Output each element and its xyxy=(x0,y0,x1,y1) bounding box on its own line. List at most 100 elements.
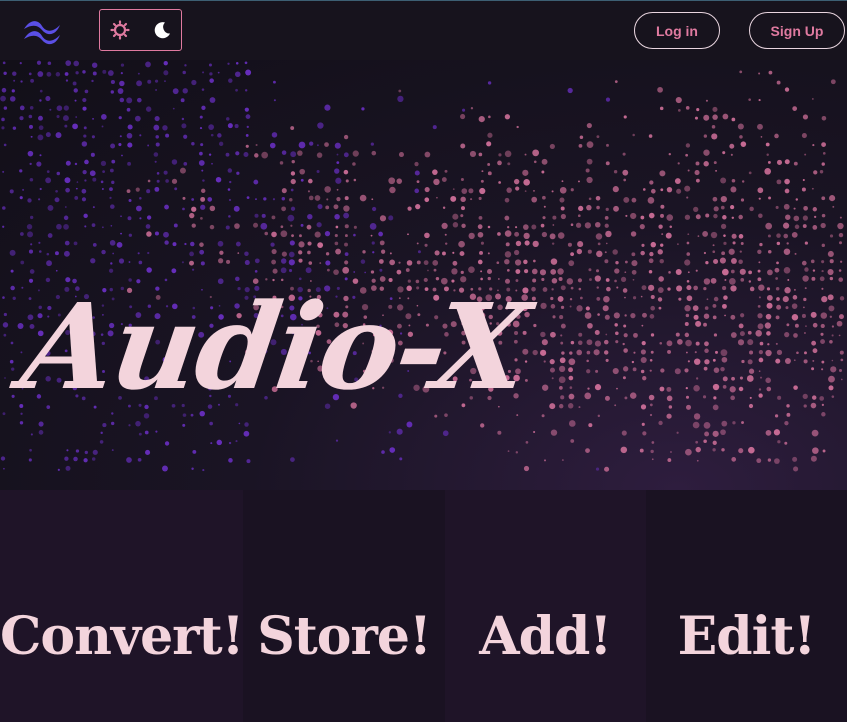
wave-dot xyxy=(147,144,150,147)
wave-dot xyxy=(738,386,744,392)
wave-dot xyxy=(504,197,510,203)
wave-dot xyxy=(595,195,601,201)
feature-store[interactable]: Store! xyxy=(243,490,445,722)
wave-dot xyxy=(307,214,313,220)
wave-dot xyxy=(739,70,743,74)
wave-dot xyxy=(570,252,575,257)
wave-dot xyxy=(343,152,349,158)
signup-button[interactable]: Sign Up xyxy=(749,12,845,49)
wave-dot xyxy=(657,297,663,302)
wave-dot xyxy=(76,181,79,183)
wave-dot xyxy=(810,455,817,462)
theme-toggle[interactable] xyxy=(99,9,182,51)
wave-dot xyxy=(146,215,152,220)
wave-dot xyxy=(737,339,745,346)
wave-dot xyxy=(137,252,140,255)
wave-dot xyxy=(244,61,248,65)
logo-icon[interactable] xyxy=(20,15,64,45)
wave-dot xyxy=(101,226,104,229)
wave-dot xyxy=(111,449,114,452)
wave-dot xyxy=(22,188,25,191)
wave-dot xyxy=(181,123,187,129)
wave-dot xyxy=(156,172,160,175)
wave-dot xyxy=(211,162,213,165)
wave-dot xyxy=(92,117,94,120)
wave-dot xyxy=(811,340,817,346)
wave-dot xyxy=(46,260,52,267)
moon-icon[interactable] xyxy=(152,20,172,40)
wave-dot xyxy=(26,224,33,230)
wave-dot xyxy=(684,322,689,327)
wave-dot xyxy=(289,197,293,202)
wave-dot xyxy=(119,135,122,138)
wave-dot xyxy=(189,260,194,266)
wave-dot xyxy=(684,259,691,266)
wave-dot xyxy=(3,106,8,110)
wave-dot xyxy=(379,215,387,222)
wave-dot xyxy=(704,341,709,347)
wave-dot xyxy=(811,98,814,100)
wave-dot xyxy=(225,225,230,230)
wave-dot xyxy=(305,267,312,274)
wave-dot xyxy=(192,449,197,454)
wave-dot xyxy=(209,205,216,212)
wave-dot xyxy=(667,287,671,291)
wave-dot xyxy=(533,430,536,434)
login-button[interactable]: Log in xyxy=(634,12,720,49)
wave-dot xyxy=(584,312,592,319)
wave-dot xyxy=(613,169,618,174)
wave-dot xyxy=(819,396,825,401)
wave-dot xyxy=(560,305,565,309)
feature-add[interactable]: Add! xyxy=(444,490,646,722)
wave-dot xyxy=(371,150,377,156)
wave-dot xyxy=(145,224,151,229)
wave-dot xyxy=(288,268,293,273)
wave-dot xyxy=(343,212,350,219)
wave-dot xyxy=(344,196,349,201)
wave-dot xyxy=(30,243,33,246)
wave-dot xyxy=(786,404,790,408)
wave-dot xyxy=(513,249,520,256)
wave-dot xyxy=(748,446,755,454)
wave-dot xyxy=(793,359,796,361)
wave-dot xyxy=(38,125,44,131)
wave-dot xyxy=(766,331,771,336)
wave-dot xyxy=(523,232,530,240)
wave-dot xyxy=(209,224,215,230)
page: Log in Sign Up Audio-X Convert! Store! A… xyxy=(0,0,847,722)
sun-icon[interactable] xyxy=(110,20,130,40)
wave-dot xyxy=(344,260,349,265)
wave-dot xyxy=(712,315,717,320)
wave-dot xyxy=(821,115,827,121)
wave-dot xyxy=(810,311,817,318)
wave-dot xyxy=(784,287,791,294)
wave-dot xyxy=(549,233,556,240)
wave-dot xyxy=(786,242,789,245)
feature-convert[interactable]: Convert! xyxy=(0,490,244,722)
wave-dot xyxy=(46,170,50,173)
wave-dot xyxy=(228,198,232,202)
wave-dot xyxy=(624,271,627,274)
wave-dot xyxy=(623,366,629,372)
wave-dot xyxy=(784,358,791,364)
wave-dot xyxy=(639,448,644,453)
feature-edit[interactable]: Edit! xyxy=(645,490,847,722)
wave-dot xyxy=(704,348,709,354)
wave-dot xyxy=(255,143,258,147)
wave-dot xyxy=(29,162,32,166)
wave-dot xyxy=(217,71,220,74)
wave-dot xyxy=(480,270,483,273)
wave-dot xyxy=(336,153,339,156)
wave-dot xyxy=(586,141,594,148)
wave-dot xyxy=(84,179,87,182)
wave-dot xyxy=(614,80,618,84)
wave-dot xyxy=(767,458,772,462)
wave-dot xyxy=(703,134,708,138)
wave-dot xyxy=(21,286,24,289)
wave-dot xyxy=(371,198,374,201)
wave-dot xyxy=(137,457,142,462)
wave-dot xyxy=(541,339,548,346)
wave-dot xyxy=(792,106,798,111)
wave-dot xyxy=(261,151,269,159)
wave-dot xyxy=(183,134,188,139)
